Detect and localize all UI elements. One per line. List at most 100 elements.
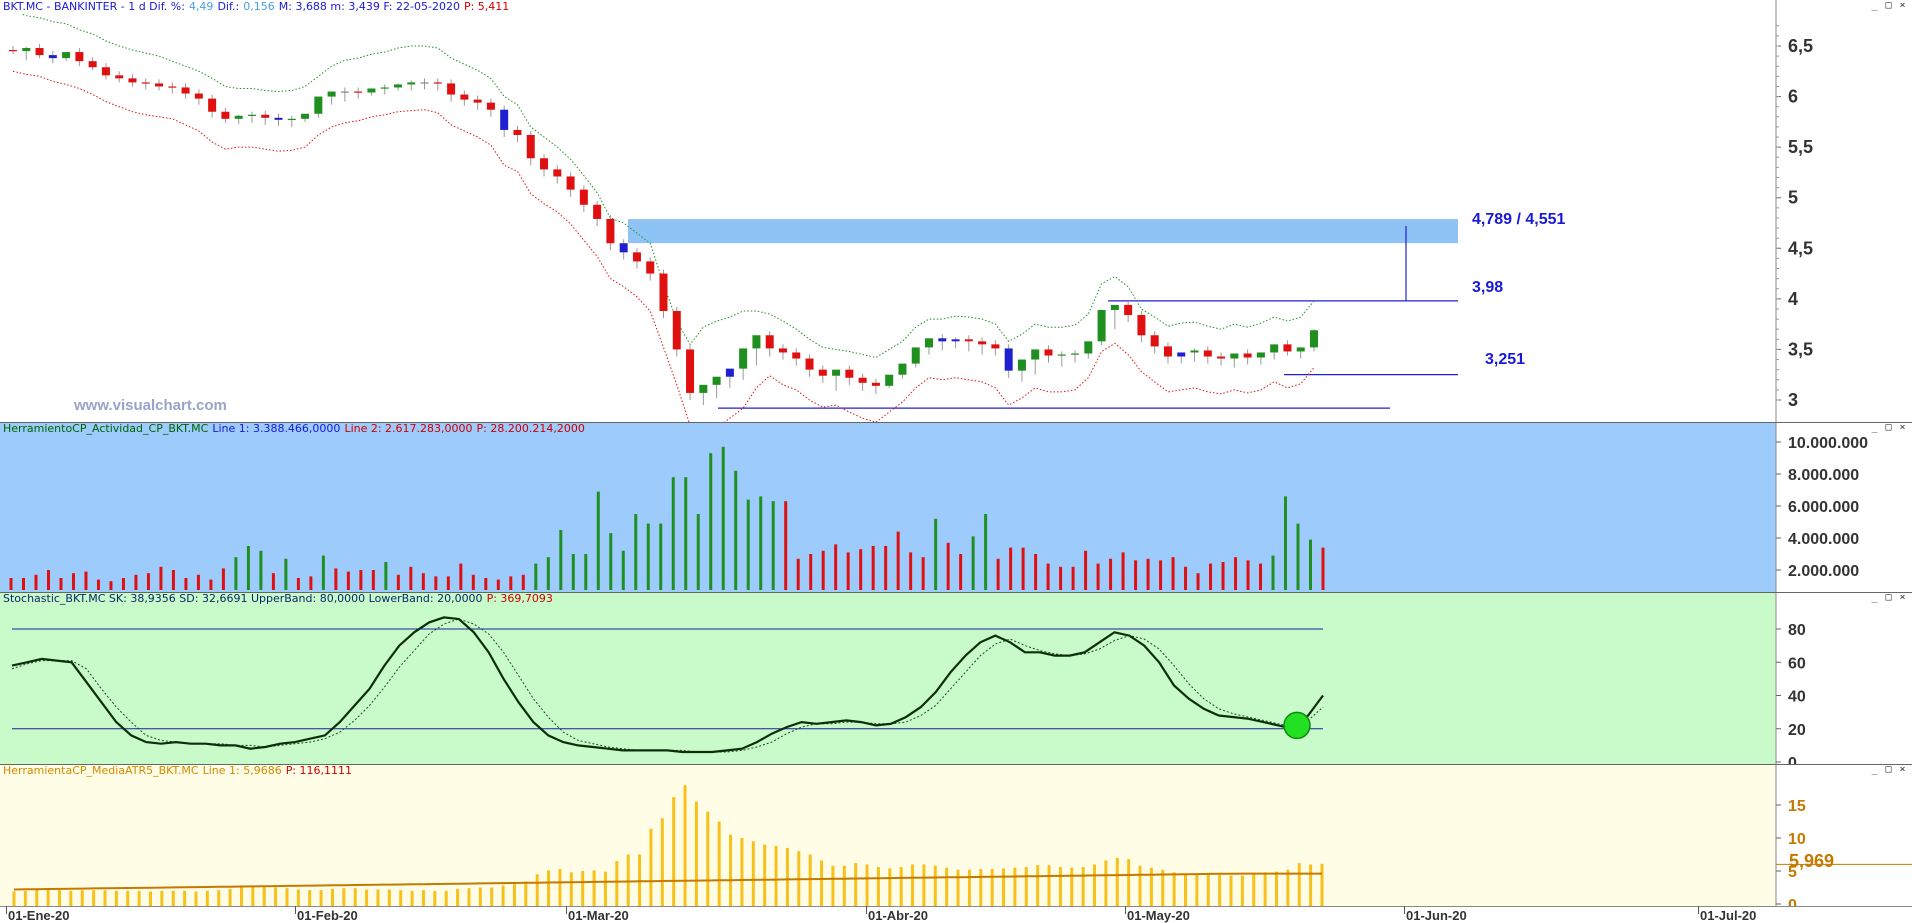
atr-window-buttons[interactable]: _ □ × <box>1869 765 1908 777</box>
volume-bar <box>371 570 375 590</box>
volume-bar <box>1209 563 1213 590</box>
y-tick-label: 5 <box>1788 188 1798 208</box>
atr-bar <box>1195 873 1199 906</box>
atr-bar <box>478 887 482 906</box>
candle-body <box>1217 356 1226 359</box>
volume-bar <box>1234 557 1238 590</box>
candle-body <box>978 341 987 345</box>
atr-bar <box>1138 865 1142 906</box>
minimize-icon[interactable]: _ <box>1869 765 1880 776</box>
candle-body <box>48 55 57 59</box>
atr_header-part: Line 1: 5,9686 <box>202 764 282 777</box>
atr-bar <box>558 869 562 906</box>
atr-bar <box>69 890 73 906</box>
candle-body <box>447 83 456 95</box>
volume-bar <box>646 523 650 590</box>
atr-bar <box>444 890 448 906</box>
atr-bar <box>57 890 61 906</box>
volume-chart[interactable]: 10.000.000 8.000.000 6.000.000 4.000.000 2.0… <box>0 422 1912 592</box>
x-axis-label: 01-Jul-20 <box>1700 908 1757 923</box>
volume-bar <box>259 550 263 590</box>
maximize-icon[interactable]: □ <box>1883 423 1894 434</box>
volume-bar <box>321 555 325 590</box>
close-icon[interactable]: × <box>1897 423 1908 434</box>
candle-body <box>898 363 907 375</box>
price-chart[interactable]: 6,5 6 5,5 5 4,5 4 3,5 3 <box>0 0 1912 422</box>
atr-chart[interactable]: 151050 <box>0 764 1912 906</box>
atr-bar <box>1263 872 1267 906</box>
atr-bar <box>251 886 255 906</box>
atr-bar <box>103 890 107 906</box>
volume-bar <box>921 557 925 590</box>
candle-body <box>247 114 256 116</box>
candle-body <box>301 113 310 119</box>
atr-bar <box>854 863 858 906</box>
atr-bar <box>706 811 710 906</box>
minimize-icon[interactable]: _ <box>1869 1 1880 12</box>
candle-body <box>35 48 44 56</box>
stochastic-window-buttons[interactable]: _ □ × <box>1869 593 1908 605</box>
candle-body <box>101 67 110 76</box>
volume-window-buttons[interactable]: _ □ × <box>1869 423 1908 435</box>
atr-bar <box>1104 860 1108 906</box>
maximize-icon[interactable]: □ <box>1883 765 1894 776</box>
volume-bar <box>271 573 275 590</box>
atr-bar <box>592 870 596 906</box>
atr-pane[interactable]: 15 10 5 0 HerramientaCP_MediaATR5_BKT.MC Lin… <box>0 764 1912 906</box>
price_header-part: 0,156 <box>243 0 275 13</box>
y-tick-label: 2.000.000 <box>1788 563 1859 580</box>
maximize-icon[interactable]: □ <box>1883 593 1894 604</box>
candle-body <box>1203 350 1212 357</box>
price-pane[interactable]: 6,5 6 5,5 5 4,5 4 3,5 3 BKT.MC - BANKINTER - 1 … <box>0 0 1912 422</box>
x-axis-label: 01-Jun-20 <box>1406 908 1467 923</box>
volume-bar <box>1084 550 1088 590</box>
price-window-buttons[interactable]: _ □ × <box>1869 1 1908 13</box>
atr-bar <box>979 869 983 906</box>
close-icon[interactable]: × <box>1897 765 1908 776</box>
volume-bar <box>634 514 638 590</box>
candle-body <box>632 252 641 262</box>
stochastic-chart[interactable]: 80 60 40 20 0 <box>0 592 1912 764</box>
volume-bar <box>1296 523 1300 590</box>
candle-body <box>1296 347 1305 352</box>
maximize-icon[interactable]: □ <box>1883 1 1894 12</box>
volume-bar <box>509 576 513 590</box>
volume-bar <box>1184 566 1188 590</box>
minimize-icon[interactable]: _ <box>1869 423 1880 434</box>
close-icon[interactable]: × <box>1897 1 1908 12</box>
volume-pane[interactable]: 10.000.000 8.000.000 6.000.000 4.000.000 2.0… <box>0 422 1912 592</box>
stochastic-pane[interactable]: 80 60 40 20 0 Stochastic_BKT.MC SK: 38,9356 … <box>0 592 1912 764</box>
candle-body <box>1270 344 1279 353</box>
atr-bar <box>967 869 971 906</box>
volume-bar <box>734 470 738 590</box>
candle-body <box>1057 354 1066 356</box>
volume-bar <box>384 562 388 590</box>
x-axis-tick <box>866 906 867 914</box>
atr-bar <box>547 870 551 906</box>
volume-bar <box>1159 560 1163 590</box>
atr-bar <box>1320 863 1324 906</box>
candle-body <box>1163 346 1172 357</box>
atr-bar <box>1286 869 1290 906</box>
minimize-icon[interactable]: _ <box>1869 593 1880 604</box>
candle-body <box>566 176 575 190</box>
candle-body <box>168 86 177 88</box>
volume-bar <box>1034 554 1038 590</box>
atr-bar <box>148 891 152 906</box>
atr-bar <box>626 854 630 906</box>
atr-bar <box>820 860 824 906</box>
close-icon[interactable]: × <box>1897 593 1908 604</box>
candle-body <box>765 335 774 349</box>
candle-body <box>354 91 363 93</box>
candle-body <box>62 52 71 59</box>
atr-bar <box>319 890 323 906</box>
atr-bar <box>990 869 994 906</box>
atr-bar <box>12 891 16 906</box>
atr-bar <box>353 888 357 906</box>
candle-body <box>1044 349 1053 356</box>
candle-body <box>1017 359 1026 371</box>
volume-bar <box>334 568 338 590</box>
candle-body <box>128 78 137 83</box>
candle-body <box>1310 330 1318 348</box>
atr-bar <box>1036 865 1040 906</box>
